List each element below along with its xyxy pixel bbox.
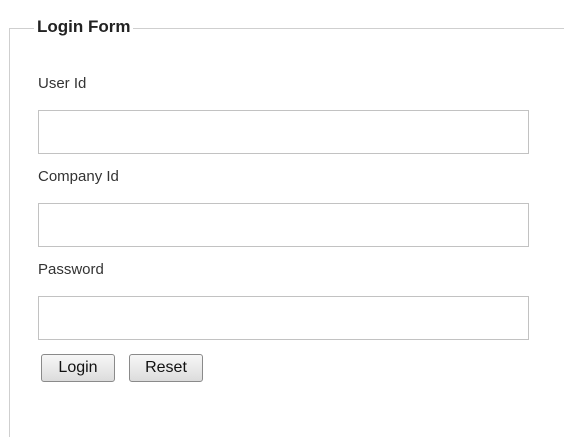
- user-id-input[interactable]: [38, 110, 529, 154]
- reset-button[interactable]: Reset: [129, 354, 203, 382]
- company-id-label: Company Id: [38, 168, 119, 185]
- user-id-label: User Id: [38, 75, 87, 92]
- company-id-input[interactable]: [38, 203, 529, 247]
- form-legend: Login Form: [34, 17, 134, 37]
- password-label: Password: [38, 261, 104, 278]
- login-page: Login Form User Id Company Id Password L…: [0, 0, 564, 437]
- password-input[interactable]: [38, 296, 529, 340]
- login-button[interactable]: Login: [41, 354, 115, 382]
